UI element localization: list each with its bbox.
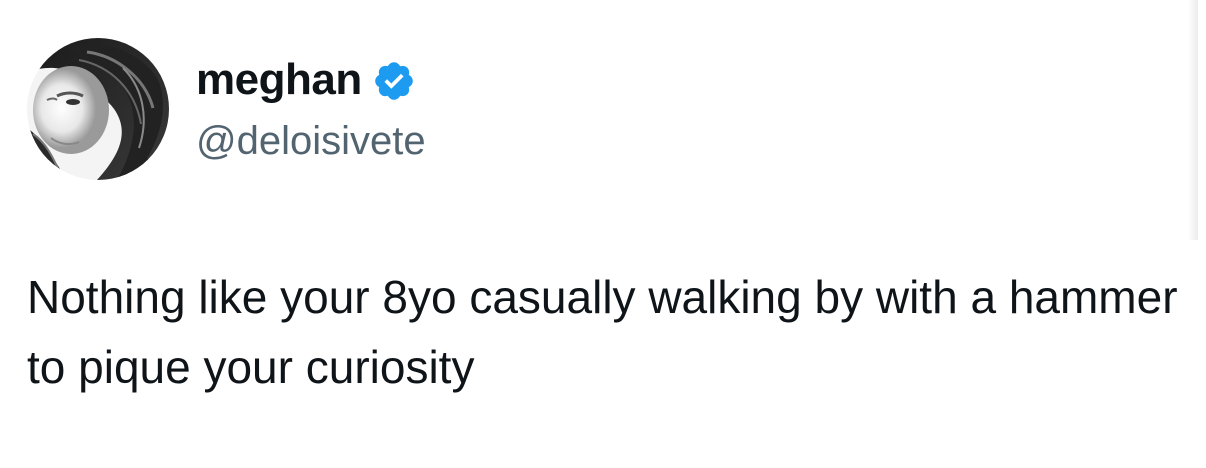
profile-photo-icon bbox=[27, 38, 169, 180]
user-handle[interactable]: @deloisivete bbox=[196, 116, 426, 166]
tweet-card[interactable]: meghan @deloisivete Nothing like your 8y… bbox=[0, 0, 1206, 468]
avatar[interactable] bbox=[27, 38, 169, 180]
verified-badge-icon[interactable] bbox=[372, 59, 416, 103]
scrollbar-track bbox=[1188, 0, 1198, 240]
display-name[interactable]: meghan bbox=[196, 52, 362, 108]
author-name-row: meghan bbox=[196, 52, 416, 108]
tweet-text: Nothing like your 8yo casually walking b… bbox=[27, 271, 1204, 393]
